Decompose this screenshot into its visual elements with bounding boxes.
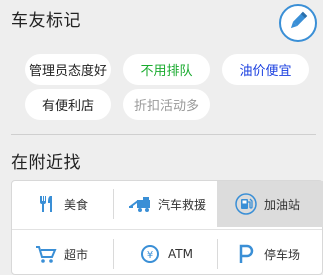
nearby-panel: 车友标记 管理员态度好 不用排队 油价便宜 有便利店 折扣活动多 在附近找 美食…: [0, 0, 323, 275]
edit-button[interactable]: [279, 4, 317, 42]
nearby-grid: 美食 汽车救援 加油站 超市 ¥ ATM 停车场: [11, 180, 323, 275]
shopping-cart-icon: [34, 242, 58, 266]
parking-icon: [234, 242, 258, 266]
atm-icon: ¥: [138, 242, 162, 266]
fork-knife-icon: [34, 192, 58, 216]
nearby-item-parking[interactable]: 停车场: [217, 231, 323, 275]
nearby-item-supermarket[interactable]: 超市: [12, 231, 113, 275]
nearby-item-label: 美食: [64, 197, 89, 212]
tag-cheap-fuel[interactable]: 油价便宜: [222, 54, 309, 85]
svg-text:¥: ¥: [147, 250, 153, 261]
tag-no-queue[interactable]: 不用排队: [123, 54, 210, 85]
nearby-item-food[interactable]: 美食: [12, 181, 113, 227]
nearby-item-label: 超市: [64, 247, 89, 262]
nearby-item-atm[interactable]: ¥ ATM: [113, 231, 217, 275]
gas-pump-icon: [234, 192, 258, 216]
nearby-item-label: 加油站: [264, 197, 301, 212]
tow-truck-icon: [128, 192, 152, 216]
row-divider: [12, 229, 322, 230]
nearby-item-label: 汽车救援: [158, 197, 207, 212]
remarks-title: 车友标记: [11, 11, 81, 31]
nearby-item-label: ATM: [168, 247, 193, 261]
tag-many-discounts[interactable]: 折扣活动多: [123, 89, 210, 120]
pencil-icon: [287, 10, 309, 36]
nearby-item-gas-station[interactable]: 加油站: [217, 181, 323, 227]
nearby-title: 在附近找: [11, 153, 81, 173]
nearby-item-label: 停车场: [264, 247, 301, 262]
nearby-item-rescue[interactable]: 汽车救援: [113, 181, 217, 227]
section-divider: [11, 134, 316, 135]
tag-convenience-store[interactable]: 有便利店: [25, 89, 111, 120]
tag-good-staff[interactable]: 管理员态度好: [25, 54, 111, 85]
